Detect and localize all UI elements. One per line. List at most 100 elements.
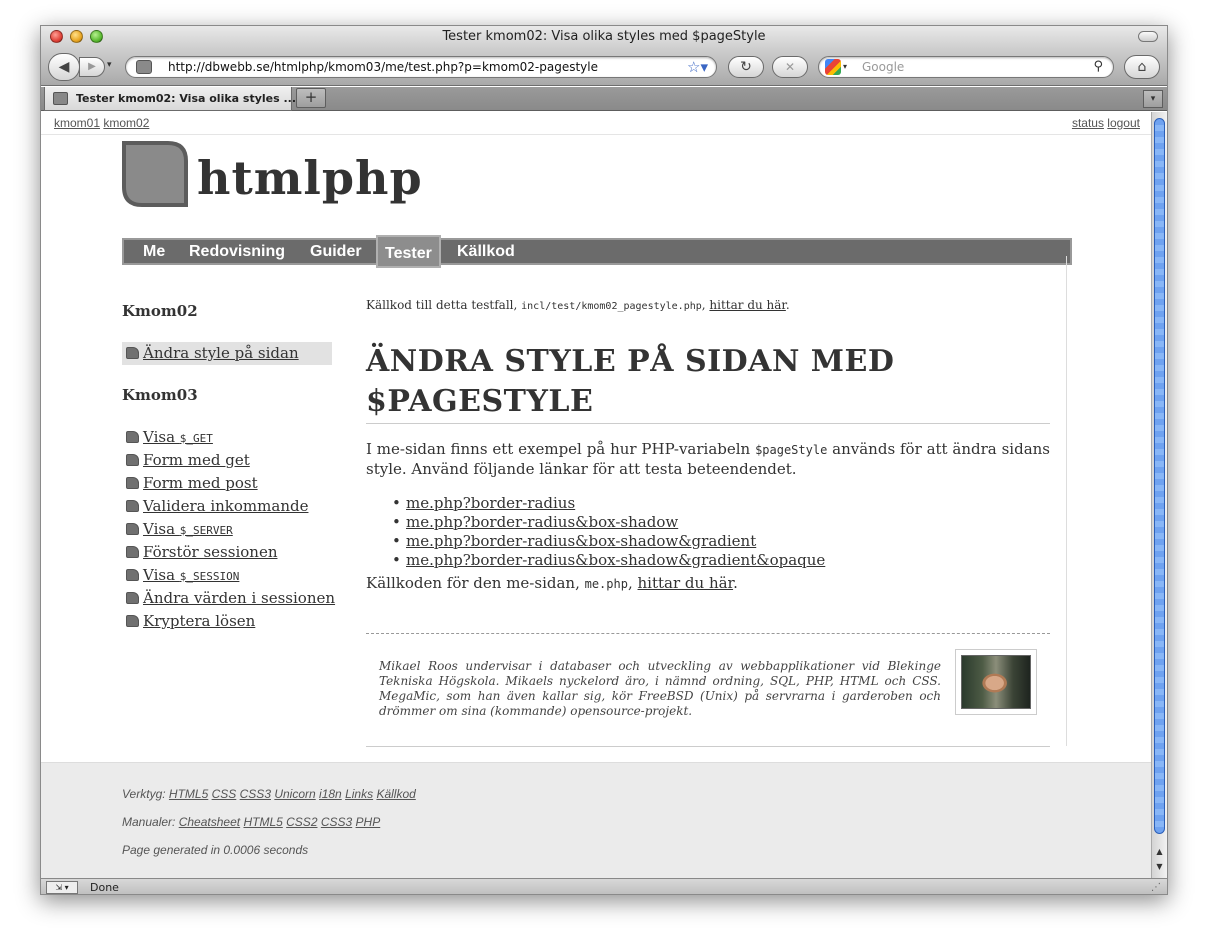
example-link[interactable]: me.php?border-radius&box-shadow&gradient (406, 532, 756, 550)
page-title: ÄNDRA STYLE PÅ SIDAN MED $PAGESTYLE (366, 342, 1050, 424)
stop-button[interactable]: ✕ (772, 56, 808, 78)
history-dropdown-button[interactable]: ▾ (107, 60, 112, 70)
footer-link-css[interactable]: CSS (212, 787, 237, 801)
url-text[interactable]: http://dbwebb.se/htmlphp/kmom03/me/test.… (168, 57, 598, 77)
scroll-down-arrow-icon[interactable]: ▼ (1152, 860, 1167, 874)
sidebar-link[interactable]: Visa $_SESSION (143, 566, 239, 584)
sidebar-item-visa-get[interactable]: Visa $_GET (122, 426, 335, 449)
tab-active[interactable]: Tester kmom02: Visa olika styles ... (44, 87, 296, 111)
source-note-file: incl/test/kmom02_pagestyle.php (521, 301, 702, 312)
example-link[interactable]: me.php?border-radius&box-shadow&gradient… (406, 551, 825, 569)
sidebar-item-kryptera[interactable]: Kryptera lösen (122, 610, 335, 633)
reload-icon: ↻ (740, 59, 752, 75)
tab-list-icon[interactable]: ▾ (1143, 90, 1163, 108)
search-engine-dropdown-icon[interactable]: ▾ (843, 57, 847, 77)
sidebar-item-andra-varden[interactable]: Ändra värden i sessionen (122, 587, 335, 610)
source-note-end: . (785, 298, 790, 312)
sidebar-link[interactable]: Visa $_GET (143, 428, 213, 446)
main-navbar: Me Redovisning Guider Tester Källkod (122, 235, 1072, 268)
bullet-square-icon (126, 523, 139, 535)
star-icon[interactable]: ☆▾ (687, 57, 708, 77)
intro-code: $pageStyle (755, 443, 828, 457)
bullet-square-icon (126, 477, 139, 489)
site-logo-icon[interactable] (122, 141, 188, 207)
minimize-window-button[interactable] (70, 30, 83, 43)
footer-link-unicorn[interactable]: Unicorn (274, 787, 315, 801)
footer-link-i18n[interactable]: i18n (319, 787, 342, 801)
source-line-link[interactable]: hittar du här (638, 574, 734, 592)
toolbar-toggle-button[interactable] (1138, 31, 1158, 42)
sidebar-item-visa-server[interactable]: Visa $_SERVER (122, 518, 335, 541)
sidebar-item-form-post[interactable]: Form med post (122, 472, 335, 495)
footer-link-cheatsheet[interactable]: Cheatsheet (179, 815, 240, 829)
nav-item-me[interactable]: Me (143, 240, 165, 263)
nav-item-tester[interactable]: Tester (376, 235, 441, 268)
source-line-code: me.php (584, 577, 628, 591)
resize-grip-icon[interactable]: ⋰ (1151, 879, 1161, 894)
url-bar[interactable]: http://dbwebb.se/htmlphp/kmom03/me/test.… (125, 56, 717, 78)
sidebar-item-visa-session[interactable]: Visa $_SESSION (122, 564, 335, 587)
footer-link-links[interactable]: Links (345, 787, 373, 801)
footer-link-css2[interactable]: CSS2 (286, 815, 317, 829)
byline-text: Mikael Roos undervisar i databaser och u… (379, 659, 941, 718)
sidebar-link[interactable]: Ändra värden i sessionen (143, 589, 335, 607)
footer-link-html5[interactable]: HTML5 (169, 787, 208, 801)
example-link[interactable]: me.php?border-radius (406, 494, 575, 512)
new-tab-button[interactable]: + (296, 88, 326, 108)
source-line-text: Källkoden för den me-sidan, (366, 574, 585, 592)
sidebar-link[interactable]: Validera inkommande (143, 497, 308, 515)
sidebar-link[interactable]: Kryptera lösen (143, 612, 255, 630)
topnav-link-kmom02[interactable]: kmom02 (103, 116, 149, 130)
forward-button[interactable]: ▶ (79, 57, 105, 77)
home-icon: ⌂ (1137, 59, 1147, 75)
forward-arrow-icon: ▶ (88, 61, 96, 72)
sidebar-link[interactable]: Form med post (143, 474, 258, 492)
topnav-link-logout[interactable]: logout (1107, 116, 1140, 130)
sidebar-link[interactable]: Ändra style på sidan (143, 344, 299, 362)
source-note-link[interactable]: hittar du här (709, 298, 785, 312)
zoom-window-button[interactable] (90, 30, 103, 43)
sidebar-link[interactable]: Förstör sessionen (143, 543, 277, 561)
footer-link-manual-html5[interactable]: HTML5 (243, 815, 282, 829)
sidebar-link[interactable]: Form med get (143, 451, 250, 469)
tab-favicon-icon (53, 92, 68, 105)
sidebar-heading-kmom03: Kmom03 (122, 386, 198, 404)
google-icon[interactable] (825, 59, 841, 75)
nav-item-redovisning[interactable]: Redovisning (189, 240, 285, 263)
status-tool-icon[interactable]: ⇲ ▾ (46, 881, 78, 894)
footer-link-php[interactable]: PHP (356, 815, 381, 829)
source-note: Källkod till detta testfall, incl/test/k… (366, 297, 790, 315)
topnav-left: kmom01 kmom02 (54, 116, 149, 130)
page-viewport: kmom01 kmom02 status logout htmlphp Me R… (41, 112, 1153, 878)
title-bar: Tester kmom02: Visa olika styles med $pa… (41, 26, 1167, 48)
footer-link-css3[interactable]: CSS3 (240, 787, 271, 801)
footer-tools: Verktyg: HTML5 CSS CSS3 Unicorn i18n Lin… (122, 787, 416, 801)
nav-item-kallkod[interactable]: Källkod (457, 240, 515, 263)
footer-link-kallkod[interactable]: Källkod (376, 787, 415, 801)
site-title[interactable]: htmlphp (197, 150, 423, 206)
sidebar-item-andra-style[interactable]: Ändra style på sidan (122, 342, 332, 365)
nav-item-guider[interactable]: Guider (310, 240, 362, 263)
search-input[interactable]: Google (862, 57, 904, 77)
magnifier-icon[interactable]: ⚲ (1093, 57, 1103, 77)
close-window-button[interactable] (50, 30, 63, 43)
footer-link-manual-css3[interactable]: CSS3 (321, 815, 352, 829)
home-button[interactable]: ⌂ (1124, 55, 1160, 79)
example-link[interactable]: me.php?border-radius&box-shadow (406, 513, 678, 531)
sidebar-item-forstor-sessionen[interactable]: Förstör sessionen (122, 541, 335, 564)
source-line: Källkoden för den me-sidan, me.php, hitt… (366, 574, 738, 594)
search-bar[interactable]: ▾ Google ⚲ (818, 56, 1114, 78)
scrollbar-thumb[interactable] (1154, 118, 1165, 834)
browser-window: Tester kmom02: Visa olika styles med $pa… (40, 25, 1168, 895)
topnav-link-status[interactable]: status (1072, 116, 1104, 130)
sidebar-item-validera[interactable]: Validera inkommande (122, 495, 335, 518)
topnav-link-kmom01[interactable]: kmom01 (54, 116, 100, 130)
vertical-scrollbar[interactable]: ▲ ▼ (1151, 112, 1167, 878)
sidebar-link[interactable]: Visa $_SERVER (143, 520, 233, 538)
sidebar-item-form-get[interactable]: Form med get (122, 449, 335, 472)
back-button[interactable]: ◀ (48, 53, 80, 81)
reload-button[interactable]: ↻ (728, 56, 764, 78)
scroll-up-arrow-icon[interactable]: ▲ (1152, 845, 1167, 859)
tab-title: Tester kmom02: Visa olika styles ... (76, 92, 297, 105)
topnav-divider (41, 134, 1153, 135)
